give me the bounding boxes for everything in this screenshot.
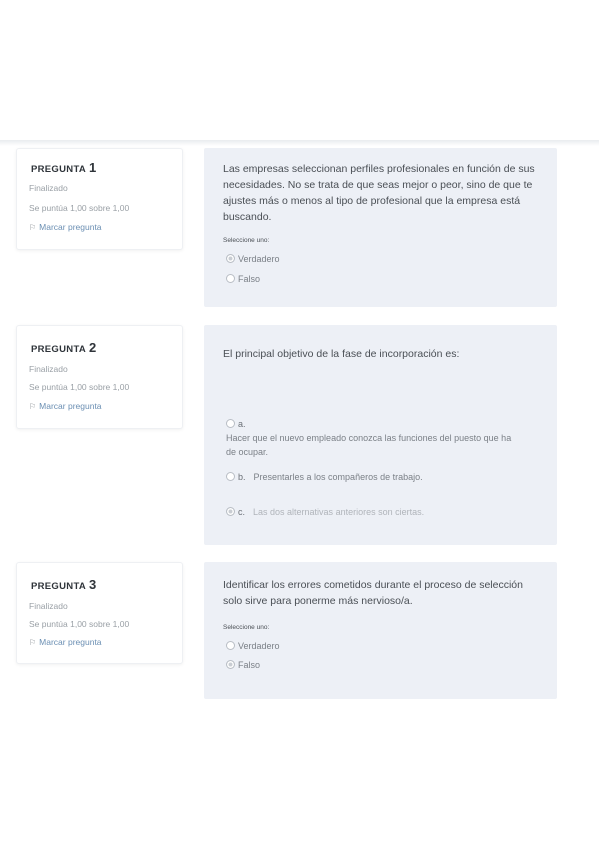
- question-state: Finalizado: [29, 601, 68, 611]
- question-state: Finalizado: [29, 364, 68, 374]
- answer-option-true[interactable]: Verdadero: [226, 641, 280, 651]
- question-mark: Se puntúa 1,00 sobre 1,00: [29, 382, 130, 392]
- header-divider: [0, 140, 599, 146]
- radio-button[interactable]: [226, 274, 235, 283]
- question-number: 2: [89, 340, 97, 355]
- question-title: PREGUNTA 1: [31, 160, 97, 175]
- radio-button[interactable]: [226, 472, 235, 481]
- question-mark: Se puntúa 1,00 sobre 1,00: [29, 619, 130, 629]
- flag-question-link[interactable]: ⚐ Marcar pregunta: [29, 222, 102, 232]
- question-state: Finalizado: [29, 183, 68, 193]
- answer-option-true[interactable]: Verdadero: [226, 254, 280, 264]
- radio-button[interactable]: [226, 660, 235, 669]
- question-info-3: PREGUNTA 3 Finalizado Se puntúa 1,00 sobr…: [16, 562, 183, 664]
- answer-option-b[interactable]: b. Presentarles a los compañeros de traba…: [226, 472, 423, 482]
- radio-button[interactable]: [226, 641, 235, 650]
- question-title: PREGUNTA 3: [31, 577, 97, 592]
- flag-icon: ⚐: [29, 638, 37, 647]
- radio-button[interactable]: [226, 419, 235, 428]
- blank-header-area: [0, 0, 599, 140]
- answer-option-false[interactable]: Falso: [226, 660, 260, 670]
- flag-icon: ⚐: [29, 223, 37, 232]
- question-content-3: Identificar los errores cometidos durant…: [204, 562, 557, 699]
- radio-button[interactable]: [226, 507, 235, 516]
- question-text: Identificar los errores cometidos durant…: [223, 579, 523, 607]
- radio-button[interactable]: [226, 254, 235, 263]
- question-text: Las empresas seleccionan perfiles profes…: [223, 163, 535, 223]
- flag-icon: ⚐: [29, 402, 37, 411]
- question-content-2: El principal objetivo de la fase de inco…: [204, 325, 557, 545]
- flag-question-link[interactable]: ⚐ Marcar pregunta: [29, 401, 102, 411]
- question-title: PREGUNTA 2: [31, 340, 97, 355]
- answer-option-a[interactable]: a.Hacer que el nuevo empleado conozca la…: [226, 417, 536, 459]
- question-info-1: PREGUNTA 1 Finalizado Se puntúa 1,00 sobr…: [16, 148, 183, 250]
- question-info-2: PREGUNTA 2 Finalizado Se puntúa 1,00 sobr…: [16, 325, 183, 429]
- question-mark: Se puntúa 1,00 sobre 1,00: [29, 203, 130, 213]
- question-content-1: Las empresas seleccionan perfiles profes…: [204, 148, 557, 307]
- flag-question-link[interactable]: ⚐ Marcar pregunta: [29, 637, 102, 647]
- answer-prompt: Seleccione uno:: [223, 624, 270, 631]
- question-number: 1: [89, 160, 97, 175]
- question-text: El principal objetivo de la fase de inco…: [223, 348, 460, 360]
- answer-option-c[interactable]: c. Las dos alternativas anteriores son ci…: [226, 507, 424, 517]
- answer-option-false[interactable]: Falso: [226, 274, 260, 284]
- answer-prompt: Seleccione uno:: [223, 237, 270, 244]
- question-number: 3: [89, 577, 97, 592]
